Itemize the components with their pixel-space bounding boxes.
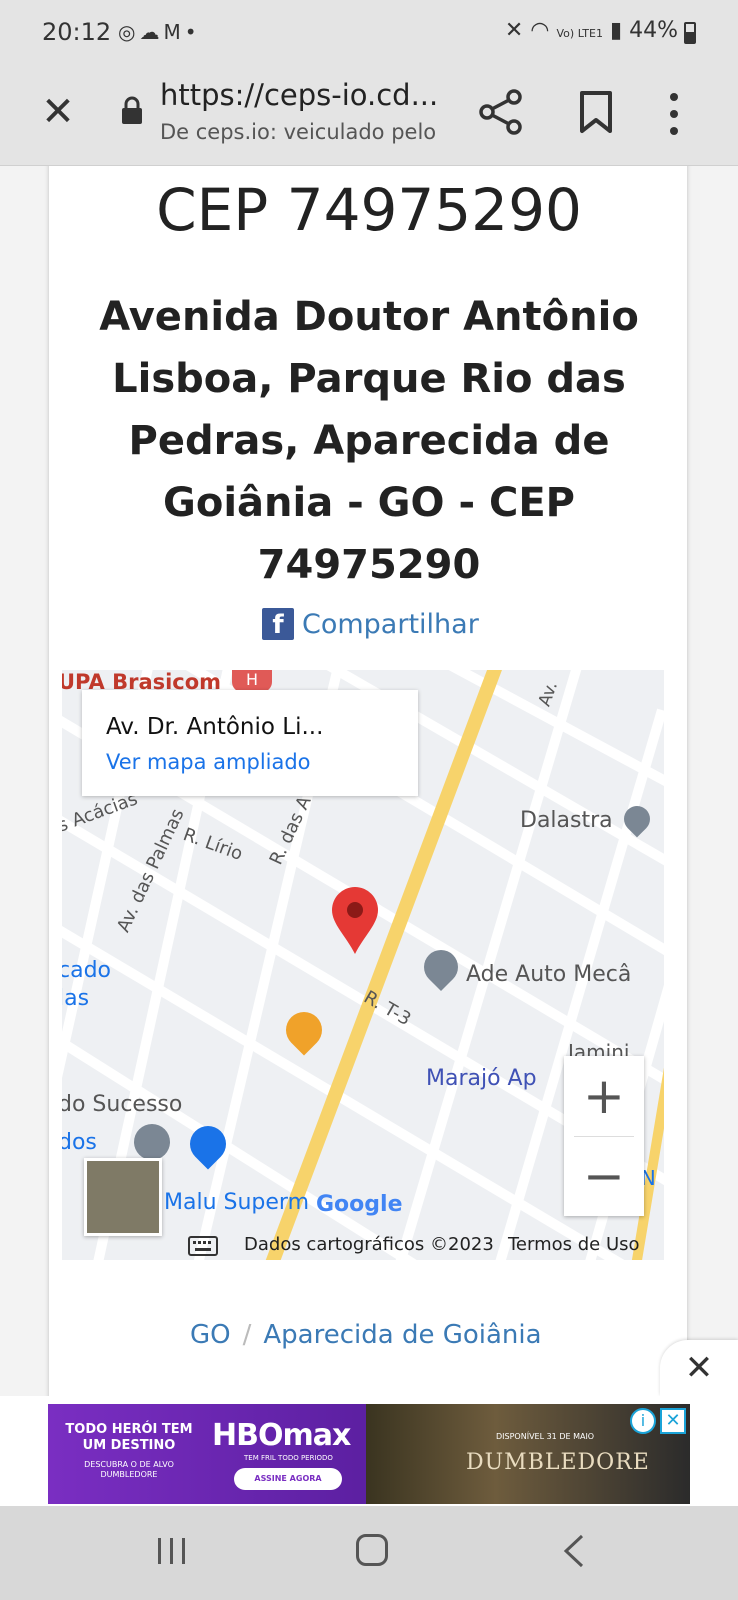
whatsapp-icon: ◎	[118, 20, 140, 44]
status-bar: 20:12 ◎☁M• ✕ ◠ Vo) LTE1 ▮ 44%	[0, 0, 738, 66]
hbomax-logo: HBOmax	[212, 1418, 351, 1453]
cloud-icon: ☁	[139, 20, 164, 44]
view-larger-map-link[interactable]: Ver mapa ampliado	[106, 750, 311, 774]
map-label-marajo: Marajó Ap	[426, 1066, 537, 1091]
close-icon[interactable]: ✕	[38, 92, 78, 132]
gmail-icon: M	[163, 20, 185, 44]
ad-logo-sub: TEM FRIL TODO PERIODO	[244, 1454, 333, 1462]
ad-small-text: DESCUBRA O DE ALVO DUMBLEDORE	[84, 1460, 174, 1479]
google-logo: Google	[316, 1192, 403, 1217]
address-heading: Avenida Doutor Antônio Lisboa, Parque Ri…	[99, 294, 639, 588]
breadcrumb-separator: /	[242, 1320, 252, 1350]
ad-banner[interactable]: TODO HERÓI TEM UM DESTINO DESCUBRA O DE …	[48, 1404, 690, 1504]
bookmark-icon[interactable]	[578, 90, 614, 134]
map-label-malu: Malu Superm	[164, 1190, 310, 1215]
battery-icon	[684, 22, 696, 44]
ad-close-icon[interactable]: ✕	[660, 1408, 686, 1434]
zoom-control: + −	[564, 1056, 644, 1216]
facebook-share-link[interactable]: f Compartilhar	[262, 606, 479, 642]
map-label-ade-auto: Ade Auto Mecâ	[466, 962, 632, 987]
keyboard-shortcuts-icon[interactable]	[188, 1236, 218, 1256]
recent-apps-icon[interactable]	[156, 1536, 188, 1566]
zoom-out-button[interactable]: −	[564, 1136, 644, 1216]
status-time: 20:12	[42, 18, 112, 46]
ad-tagline: TODO HERÓI TEM UM DESTINO	[65, 1422, 193, 1453]
location-pin-icon[interactable]	[330, 886, 380, 956]
map-info-title: Av. Dr. Antônio Li...	[106, 714, 324, 740]
dot-icon: •	[184, 20, 201, 44]
ad-date: DISPONÍVEL 31 DE MAIO	[496, 1432, 595, 1441]
map-label-dos: dos	[62, 1130, 97, 1155]
breadcrumb-item-go[interactable]: GO	[190, 1320, 231, 1350]
lock-icon	[122, 96, 142, 124]
satellite-toggle-button[interactable]	[84, 1158, 162, 1236]
ad-banner-container: TODO HERÓI TEM UM DESTINO DESCUBRA O DE …	[0, 1396, 738, 1506]
notification-icons: ◎☁M•	[118, 20, 201, 44]
terms-of-use-link[interactable]: Termos de Uso	[508, 1234, 640, 1255]
map-label-cado: cado	[62, 958, 112, 983]
wifi-icon: ◠	[530, 18, 550, 43]
volte-icon: Vo) LTE1	[556, 27, 603, 40]
hospital-icon[interactable]: H	[232, 670, 272, 692]
signal-icon: ▮	[609, 18, 623, 43]
web-page: CEP 74975290 Avenida Doutor Antônio Lisb…	[0, 166, 738, 1400]
map-label-dalastra: Dalastra	[520, 808, 613, 833]
share-label[interactable]: Compartilhar	[302, 609, 479, 640]
battery-percent: 44%	[629, 18, 678, 43]
breadcrumb-item-city[interactable]: Aparecida de Goiânia	[263, 1320, 541, 1350]
browser-toolbar: ✕ https://ceps-io.cd... De ceps.io: veic…	[0, 66, 738, 166]
map-info-window[interactable]: Av. Dr. Antônio Li... Ver mapa ampliado	[82, 690, 418, 796]
ad-cta-button[interactable]: ASSINE AGORA	[234, 1468, 342, 1490]
mute-icon: ✕	[504, 18, 524, 43]
map-label-sucesso: do Sucesso	[62, 1092, 183, 1117]
home-icon[interactable]	[356, 1534, 388, 1566]
more-icon[interactable]	[668, 92, 680, 136]
zoom-in-button[interactable]: +	[564, 1056, 644, 1136]
status-right: ✕ ◠ Vo) LTE1 ▮ 44%	[505, 18, 678, 43]
map[interactable]: UPA Brasicom H Av. s Acácias Av. das Pal…	[62, 670, 664, 1260]
breadcrumb: GO / Aparecida de Goiânia	[190, 1320, 542, 1350]
ad-dismiss-button[interactable]: ✕	[660, 1340, 738, 1396]
map-attribution: Dados cartográficos ©2023	[244, 1234, 494, 1255]
url-subtitle: De ceps.io: veiculado pelo	[160, 120, 437, 144]
school-icon[interactable]	[134, 1124, 170, 1160]
ad-info-icon[interactable]: i	[630, 1408, 656, 1434]
url-text[interactable]: https://ceps-io.cd...	[160, 78, 440, 112]
cep-title: CEP 74975290	[156, 176, 582, 244]
facebook-icon: f	[262, 608, 294, 640]
ad-movie-title: DUMBLEDORE	[466, 1450, 650, 1475]
back-icon[interactable]	[562, 1534, 586, 1568]
share-icon[interactable]	[478, 88, 524, 136]
system-nav-bar	[0, 1506, 738, 1600]
map-label-las: las	[62, 986, 90, 1011]
